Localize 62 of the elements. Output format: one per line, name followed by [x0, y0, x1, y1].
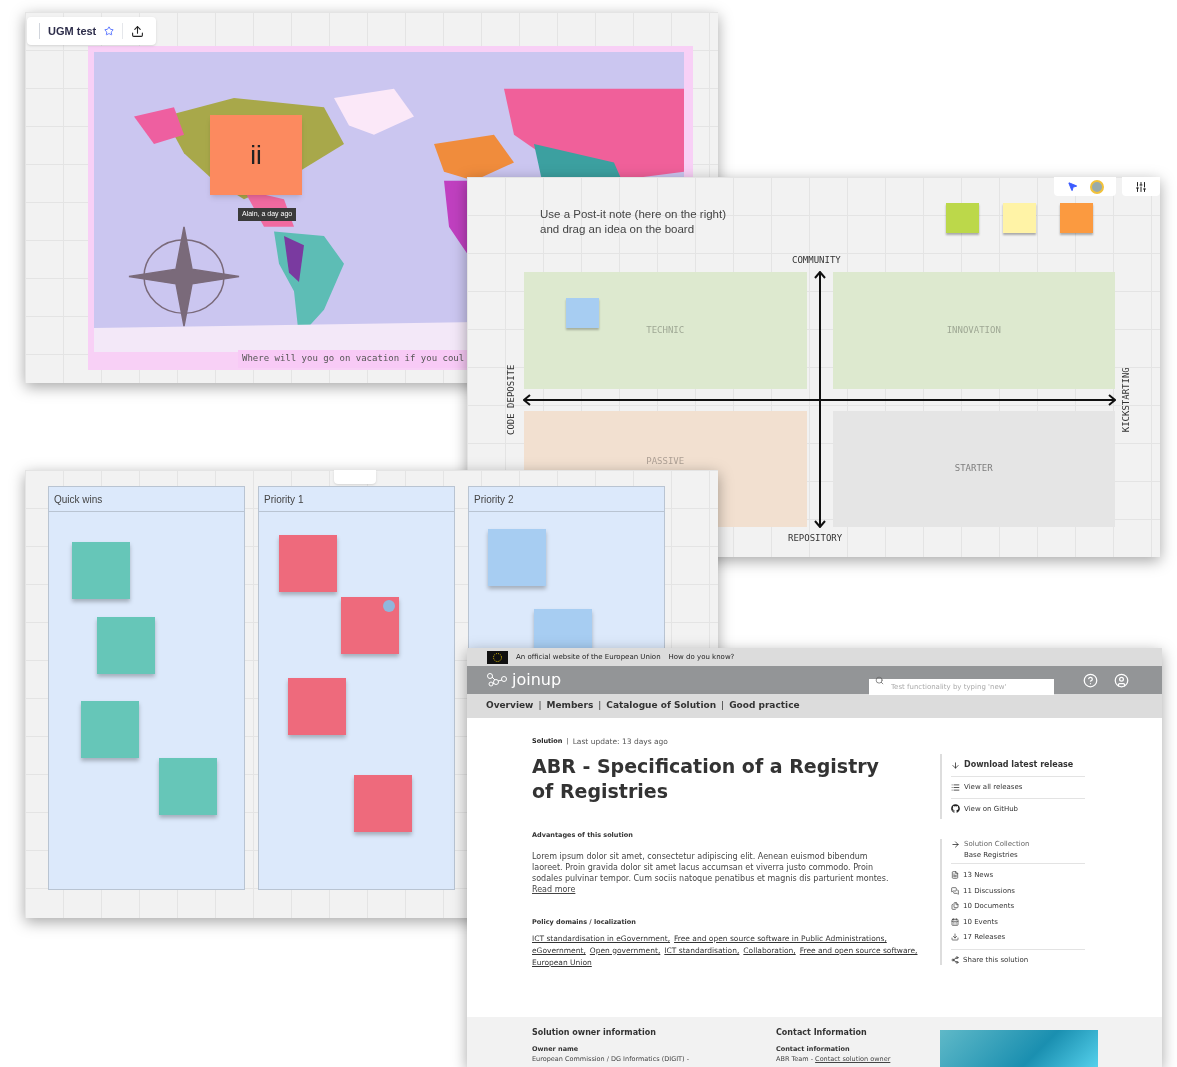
sticky-note[interactable]: [159, 758, 217, 815]
sticky-note[interactable]: [534, 609, 592, 648]
nav-separator: |: [721, 699, 725, 713]
toolbar-tab[interactable]: [334, 470, 376, 484]
sticky-note[interactable]: [72, 542, 130, 599]
arrow-down-icon: [951, 760, 960, 770]
list-icon: [951, 782, 960, 792]
help-icon[interactable]: [1083, 672, 1098, 688]
nav-link[interactable]: Members: [546, 699, 594, 713]
quadrant-label: INNOVATION: [946, 323, 1001, 337]
quadrant-label: PASSIVE: [646, 454, 685, 468]
user-icon[interactable]: [1114, 672, 1129, 688]
quadrant-label: TECHNIC: [646, 323, 685, 337]
axis-label: REPOSITORY: [788, 532, 843, 545]
sticky-note[interactable]: [566, 298, 599, 328]
sticky-note[interactable]: [97, 617, 155, 674]
column-title: Quick wins: [54, 492, 103, 507]
footer-heading: Contact Information: [776, 1027, 868, 1039]
arrow-right-icon: [951, 840, 960, 849]
calendar-icon: [951, 917, 959, 926]
read-more-link[interactable]: Read more: [532, 885, 576, 894]
search-icon: [875, 675, 884, 685]
axis-label: COMMUNITY: [792, 254, 841, 267]
column-title: Priority 2: [474, 492, 514, 507]
board-caption: Where will you go on vacation if you coul: [238, 350, 469, 368]
sticky-note[interactable]: [1003, 203, 1036, 233]
nav-separator: |: [598, 699, 602, 713]
share-icon: [951, 955, 959, 964]
eu-flag-icon: [487, 650, 508, 664]
footer-heading: Solution owner information: [532, 1027, 657, 1039]
cursor-icon[interactable]: [1066, 181, 1078, 192]
axis-label: KICKSTARTING: [1120, 366, 1133, 435]
sticky-note[interactable]: [288, 678, 346, 735]
chat-icon: [951, 886, 959, 895]
sticky-note[interactable]: [354, 775, 412, 832]
sticky-note[interactable]: [488, 529, 546, 586]
document-icon: [951, 871, 959, 880]
github-icon: [951, 804, 960, 814]
sticky-note[interactable]: [341, 597, 399, 654]
board-title[interactable]: UGM test: [39, 22, 97, 40]
settings-icon[interactable]: [1135, 180, 1147, 193]
quadrant-label: STARTER: [954, 462, 993, 475]
sticky-note[interactable]: ii: [210, 115, 302, 195]
column-title: Priority 1: [264, 492, 304, 507]
description-paragraph: Lorem ipsum dolor sit amet, consectetur adipiscing elit. Aenean euismod bibendum laoreet. Proin gravida dolor sit amet lacus accumsan et viverra justo commodo. Proin sodales pulvinar tempor. Cum sociis natoque penatibus et magnis dis parturient montes. Read more: [532, 851, 890, 895]
star-icon[interactable]: [104, 26, 115, 36]
nav-link[interactable]: Overview: [486, 699, 534, 713]
files-icon: [951, 902, 959, 911]
user-avatar[interactable]: [1089, 179, 1104, 194]
page-title: ABR - Specification of a Registry of Registries: [532, 754, 880, 805]
release-link[interactable]: Download latest release: [951, 754, 1085, 777]
axis-label: CODE DEPOSITE: [505, 363, 518, 437]
upload-icon[interactable]: [131, 24, 145, 38]
sticky-note[interactable]: [1060, 203, 1093, 233]
sticky-note[interactable]: [279, 535, 337, 592]
instruction-text: Use a Post-it note (here on the right) and drag an idea on the board: [540, 207, 726, 237]
sticky-note[interactable]: [81, 701, 139, 758]
download-icon: [951, 933, 959, 942]
nav-link[interactable]: Good practice: [729, 699, 800, 713]
nav-link[interactable]: Catalogue of Solution: [606, 699, 717, 713]
nav-separator: |: [538, 699, 542, 713]
sticky-note[interactable]: [946, 203, 979, 233]
